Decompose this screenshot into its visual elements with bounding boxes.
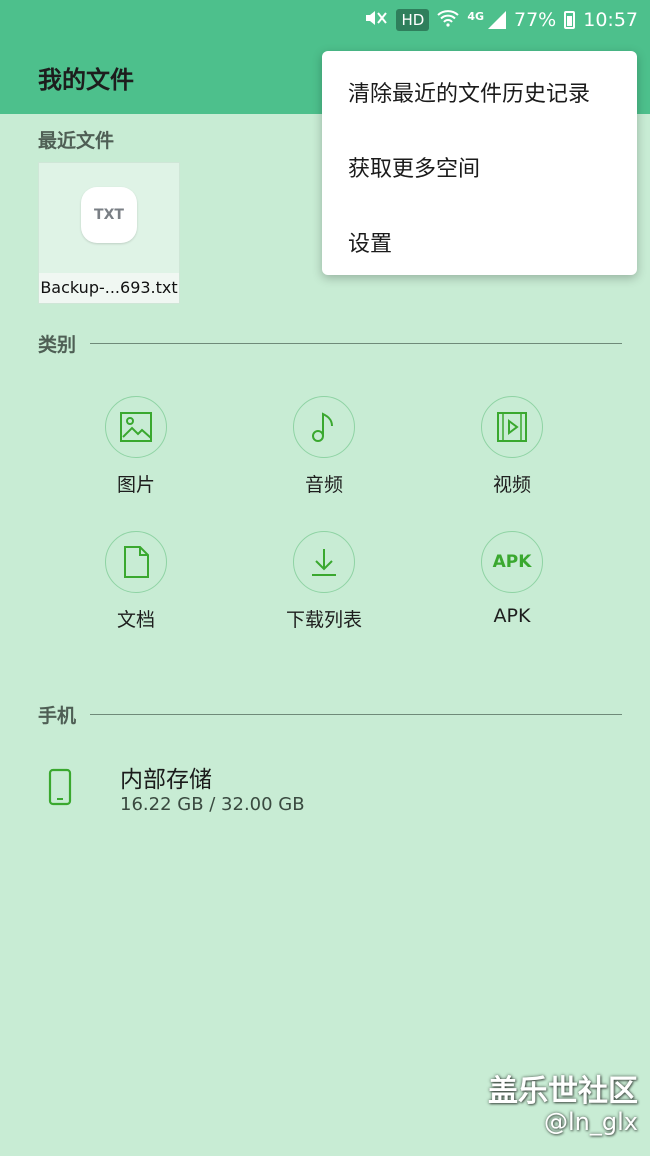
txt-file-icon: TXT <box>81 187 137 243</box>
overflow-menu: 清除最近的文件历史记录 获取更多空间 设置 <box>322 51 637 275</box>
category-label: 音频 <box>304 474 343 496</box>
music-note-icon <box>293 396 355 458</box>
apk-icon: APK <box>481 531 543 593</box>
categories-title: 类别 <box>38 334 77 356</box>
phone-icon <box>48 768 72 810</box>
recent-files-title: 最近文件 <box>38 130 115 152</box>
battery-percent: 77% <box>514 9 557 31</box>
category-label: 文档 <box>116 609 155 631</box>
divider <box>90 343 622 344</box>
page-title: 我的文件 <box>38 66 134 94</box>
category-audio[interactable]: 音频 <box>264 396 384 497</box>
mute-vibrate-icon <box>364 8 388 33</box>
hd-badge: HD <box>396 9 430 31</box>
category-apk[interactable]: APK APK <box>452 531 572 627</box>
video-icon <box>481 396 543 458</box>
wifi-icon <box>437 9 459 32</box>
category-documents[interactable]: 文档 <box>76 531 196 632</box>
battery-icon <box>564 11 576 29</box>
menu-item-settings[interactable]: 设置 <box>348 226 392 258</box>
category-images[interactable]: 图片 <box>76 396 196 497</box>
signal-icon <box>488 11 506 29</box>
status-icons: HD 4G 77% 10:57 <box>364 6 638 34</box>
category-label: 图片 <box>116 474 155 496</box>
watermark-handle: @ln_glx <box>544 1108 638 1136</box>
menu-item-get-more-space[interactable]: 获取更多空间 <box>348 151 480 183</box>
download-icon <box>293 531 355 593</box>
recent-file-name: Backup-...693.txt <box>39 273 179 303</box>
internal-storage-item[interactable]: 内部存储 16.22 GB / 32.00 GB <box>0 750 650 830</box>
watermark-title: 盖乐世社区 <box>488 1074 638 1109</box>
clock: 10:57 <box>583 9 638 31</box>
divider <box>90 714 622 715</box>
storage-usage: 16.22 GB / 32.00 GB <box>120 794 305 815</box>
network-type: 4G <box>467 9 484 23</box>
apk-icon-text: APK <box>492 552 532 572</box>
image-icon <box>105 396 167 458</box>
category-downloads[interactable]: 下载列表 <box>264 531 384 632</box>
categories-header: 类别 <box>38 330 622 356</box>
category-label: 视频 <box>492 474 531 496</box>
category-label: 下载列表 <box>285 609 362 631</box>
document-icon <box>105 531 167 593</box>
phone-header: 手机 <box>38 701 622 727</box>
recent-file-card[interactable]: TXT Backup-...693.txt <box>38 162 180 304</box>
category-video[interactable]: 视频 <box>452 396 572 497</box>
menu-item-clear-history[interactable]: 清除最近的文件历史记录 <box>348 76 590 108</box>
category-label: APK <box>493 605 531 627</box>
phone-title: 手机 <box>38 705 77 727</box>
status-bar: HD 4G 77% 10:57 <box>0 0 650 40</box>
storage-name: 内部存储 <box>120 767 212 793</box>
